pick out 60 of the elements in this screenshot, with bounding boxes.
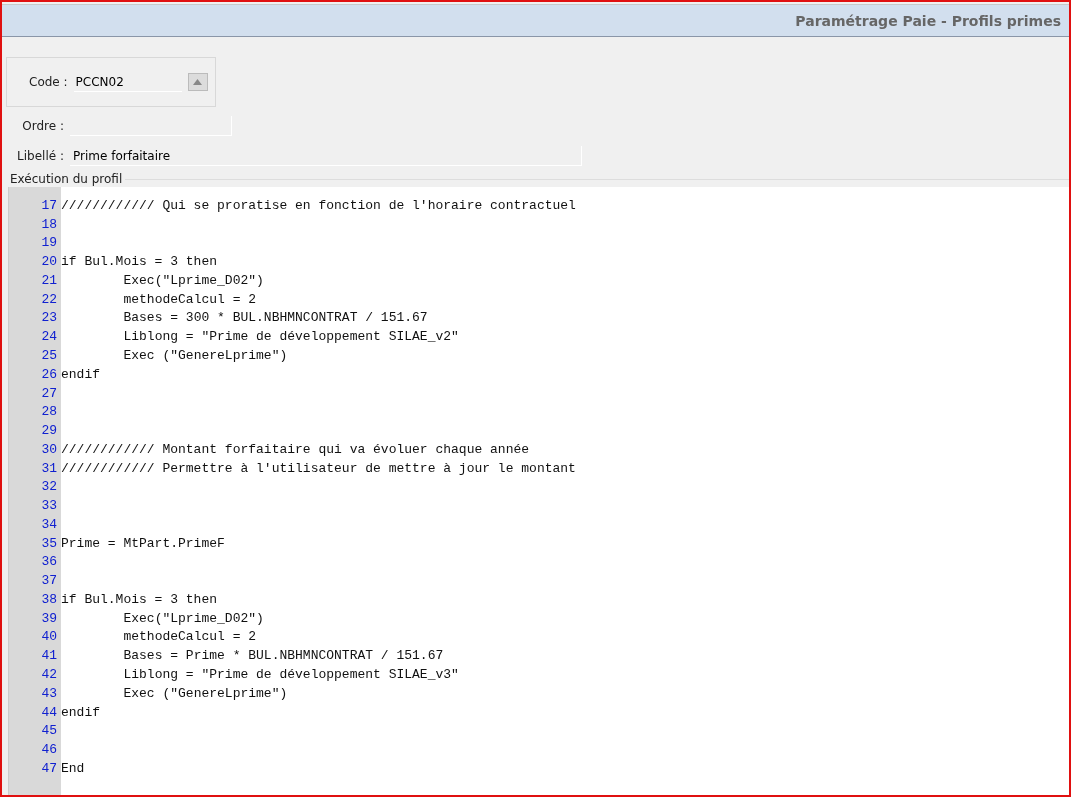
line-number: 24 bbox=[40, 329, 58, 345]
code-field[interactable]: PCCN02 bbox=[73, 72, 182, 92]
line-number: 28 bbox=[40, 404, 58, 420]
code-line: //////////// Montant forfaitaire qui va évoluer chaque année bbox=[61, 441, 530, 457]
line-number: 42 bbox=[40, 667, 58, 682]
code-line: Exec ("GenereLprime") bbox=[122, 348, 288, 363]
label-field[interactable]: Prime forfaitaire bbox=[70, 146, 582, 166]
line-number: 19 bbox=[40, 235, 58, 251]
line-number: 38 bbox=[40, 591, 58, 607]
code-line: if Bul.Mois = 3 then bbox=[61, 254, 218, 270]
line-number: 33 bbox=[40, 498, 58, 514]
line-number: 21 bbox=[40, 272, 58, 288]
order-label: Ordre : bbox=[21, 119, 65, 133]
code-line: End bbox=[61, 760, 85, 776]
line-number: 22 bbox=[40, 291, 58, 307]
line-number: 27 bbox=[40, 385, 58, 401]
code-line: endif bbox=[61, 704, 100, 720]
label-label: Libellé : bbox=[16, 149, 65, 163]
line-number: 17 bbox=[40, 197, 58, 213]
up-arrow-icon bbox=[193, 79, 203, 85]
spin-button[interactable] bbox=[187, 73, 208, 91]
line-number: 39 bbox=[40, 610, 58, 626]
code-line: methodeCalcul = 2 bbox=[122, 629, 257, 645]
line-number: 25 bbox=[40, 348, 58, 363]
section-legend: Exécution du profil bbox=[6, 172, 126, 186]
line-number: 41 bbox=[40, 648, 58, 664]
line-number: 29 bbox=[40, 423, 58, 439]
line-number: 47 bbox=[40, 760, 58, 776]
code-line: Exec("Lprime_D02") bbox=[122, 272, 264, 288]
line-number: 46 bbox=[40, 742, 58, 758]
line-number: 32 bbox=[40, 479, 58, 495]
code-line: //////////// Qui se proratise en fonction de l'horaire contractuel bbox=[61, 197, 576, 213]
line-number: 31 bbox=[40, 460, 58, 476]
line-number: 45 bbox=[40, 723, 58, 739]
window-title: Paramétrage Paie - Profils primes bbox=[795, 12, 1061, 29]
line-number: 40 bbox=[40, 629, 58, 645]
code-line: endif bbox=[61, 366, 100, 382]
code-editor[interactable] bbox=[8, 187, 1069, 795]
line-number: 36 bbox=[40, 554, 58, 570]
line-number: 23 bbox=[40, 310, 58, 326]
code-line: Bases = 300 * BUL.NBHMNCONTRAT / 151.67 bbox=[122, 310, 428, 326]
code-line: Prime = MtPart.PrimeF bbox=[61, 535, 225, 551]
line-number: 35 bbox=[40, 535, 58, 551]
code-line: if Bul.Mois = 3 then bbox=[61, 591, 218, 607]
line-number: 37 bbox=[40, 573, 58, 589]
code-line: Exec("Lprime_D02") bbox=[122, 610, 264, 626]
code-line: Bases = Prime * BUL.NBHMNCONTRAT / 151.67 bbox=[122, 648, 444, 664]
line-number: 34 bbox=[40, 516, 58, 532]
code-line: //////////// Permettre à l'utilisateur de mettre à jour le montant bbox=[61, 460, 576, 476]
code-line: Liblong = "Prime de développement SILAE_v3" bbox=[122, 667, 459, 682]
line-number: 30 bbox=[40, 441, 58, 457]
line-number: 43 bbox=[40, 685, 58, 701]
code-label: Code : bbox=[29, 75, 68, 89]
code-line: Exec ("GenereLprime") bbox=[122, 685, 288, 701]
line-number: 18 bbox=[40, 216, 58, 232]
line-number: 26 bbox=[40, 366, 58, 382]
code-line: methodeCalcul = 2 bbox=[122, 291, 257, 307]
line-number: 44 bbox=[40, 704, 58, 720]
line-number: 20 bbox=[40, 254, 58, 270]
code-line: Liblong = "Prime de développement SILAE_v2" bbox=[122, 329, 459, 345]
